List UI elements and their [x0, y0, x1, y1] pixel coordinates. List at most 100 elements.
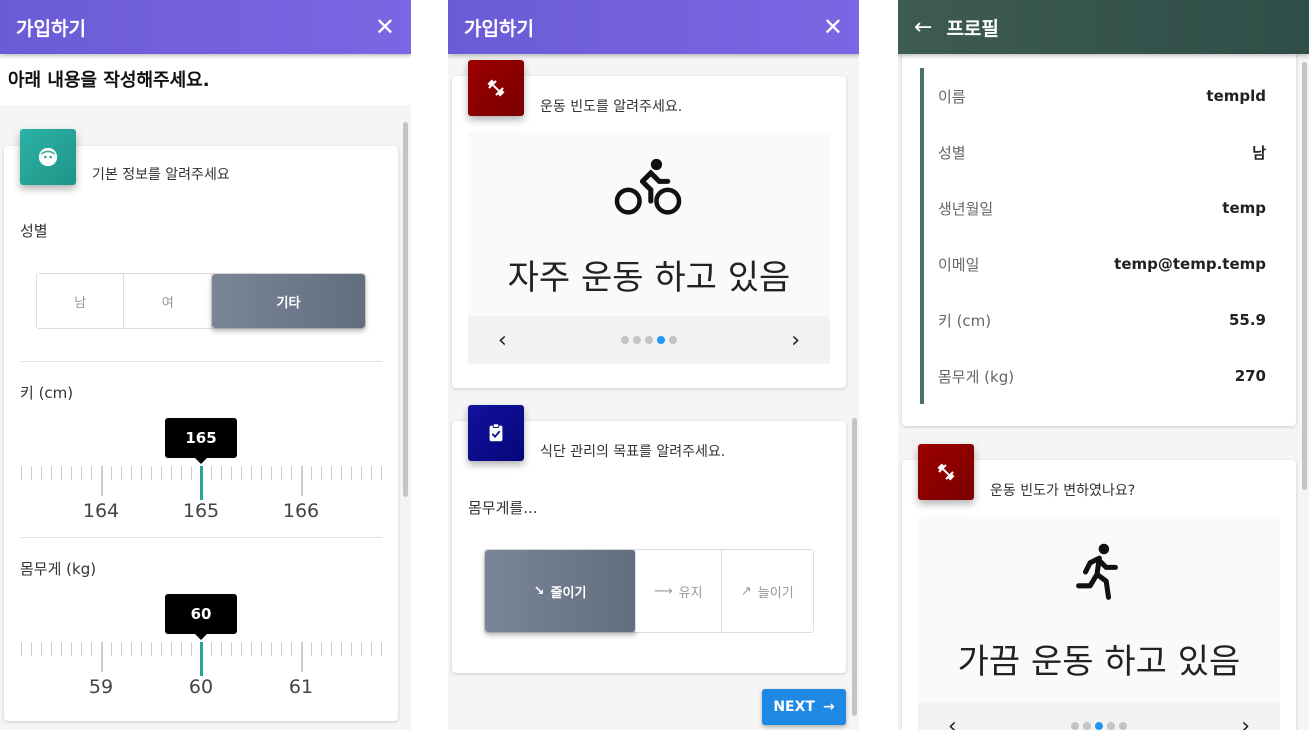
gender-option-male[interactable]: 남 [37, 274, 125, 328]
ruler-tick [71, 466, 72, 480]
ruler-tick [211, 642, 212, 656]
scrollbar[interactable] [403, 122, 408, 497]
ruler-tick [101, 642, 103, 672]
ruler-tick [111, 466, 112, 480]
ruler-tick [361, 642, 362, 656]
ruler-tick [41, 642, 42, 656]
carousel-dot[interactable] [633, 336, 641, 344]
info-key: 이메일 [938, 255, 980, 274]
ruler-tick [241, 642, 242, 656]
profile-info-row: 생년월일 temp [924, 180, 1276, 236]
chevron-left-icon[interactable]: ‹ [948, 714, 957, 730]
profile-info-row: 이름 templd [924, 68, 1276, 124]
scrollbar[interactable] [1302, 62, 1307, 490]
ruler-tick [301, 642, 303, 672]
info-value: 270 [1234, 367, 1266, 385]
header-title: 프로필 [946, 17, 999, 40]
info-key: 몸무게 (kg) [938, 367, 1015, 386]
info-key: 이름 [938, 87, 966, 106]
ruler-tick [81, 466, 82, 480]
info-key: 성별 [938, 143, 966, 162]
ruler-tick [231, 466, 232, 480]
profile-info-row: 성별 남 [924, 124, 1276, 180]
carousel-dot[interactable] [657, 336, 665, 344]
ruler-tick-label: 164 [82, 500, 120, 522]
diet-option-decrease[interactable]: ↘ 줄이기 [485, 550, 637, 632]
ruler-tick [261, 642, 262, 656]
ruler-tick [71, 642, 72, 656]
ruler-tick [261, 466, 262, 480]
ruler-tick [331, 642, 332, 656]
chevron-right-icon[interactable]: › [1241, 714, 1250, 730]
scrollbar[interactable] [852, 418, 857, 716]
carousel-dot[interactable] [1107, 722, 1115, 730]
dumbbell-icon [468, 60, 524, 116]
next-label: NEXT [773, 699, 815, 715]
next-button[interactable]: NEXT → [762, 689, 846, 725]
ruler-tick [200, 466, 203, 500]
ruler-tick [91, 466, 92, 480]
ruler-tick [141, 466, 142, 480]
carousel-dot[interactable] [1119, 722, 1127, 730]
divider [20, 537, 382, 538]
chevron-left-icon[interactable]: ‹ [498, 328, 507, 353]
ruler-tick [381, 466, 382, 480]
exercise-text: 가끔 운동 하고 있음 [957, 642, 1241, 682]
signup-panel-goals: 가입하기 ✕ 운동 빈도를 알려주세요. 자주 운동 하고 있음 ‹ › 식단 … [448, 0, 859, 730]
ruler-tick [21, 466, 22, 480]
dumbbell-icon [918, 444, 974, 500]
arrow-left-icon[interactable]: ← [914, 15, 932, 40]
diet-option-label: 유지 [678, 585, 703, 601]
ruler-tick [371, 642, 372, 656]
bike-icon [613, 156, 683, 222]
arrow-right-icon: ⟶ [654, 583, 673, 599]
carousel-nav: ‹ › [468, 316, 830, 364]
diet-prompt: 몸무게를... [468, 499, 538, 517]
carousel-dot[interactable] [1071, 722, 1079, 730]
close-icon[interactable]: ✕ [375, 15, 395, 39]
carousel-dot[interactable] [1083, 722, 1091, 730]
carousel-dot[interactable] [645, 336, 653, 344]
ruler-tick [31, 642, 32, 656]
carousel-dot[interactable] [669, 336, 677, 344]
exercise-text: 자주 운동 하고 있음 [507, 258, 791, 298]
trending-up-icon: ↗ [740, 583, 752, 599]
close-icon[interactable]: ✕ [823, 15, 843, 39]
ruler-tick-label: 59 [88, 676, 114, 698]
ruler-tick [361, 466, 362, 480]
ruler-ticks [20, 466, 382, 500]
gender-option-female[interactable]: 여 [124, 274, 212, 328]
info-key: 키 (cm) [938, 311, 992, 330]
carousel-dot[interactable] [621, 336, 629, 344]
profile-info-card: 이름 templd 성별 남 생년월일 temp 이메일 temp@temp.temp 키 (… [902, 40, 1296, 426]
chevron-right-icon[interactable]: › [791, 328, 800, 353]
ruler-tick [221, 466, 222, 480]
ruler-tick [341, 642, 342, 656]
ruler-tick [161, 642, 162, 656]
carousel-nav: ‹ › [918, 702, 1280, 730]
ruler-tick [381, 642, 382, 656]
info-value: 남 [1252, 143, 1266, 162]
ruler-tick [61, 466, 62, 480]
ruler-tick [351, 642, 352, 656]
ruler-tick [211, 466, 212, 480]
ruler-tick [151, 466, 152, 480]
ruler-tick [351, 466, 352, 480]
carousel-dots [1071, 722, 1127, 730]
ruler-tick [291, 466, 292, 480]
ruler-tick [311, 466, 312, 480]
ruler-tick [321, 642, 322, 656]
exercise-frequency-card: 운동 빈도를 알려주세요. 자주 운동 하고 있음 ‹ › [452, 60, 846, 388]
weight-ruler[interactable]: 60 59 60 61 [20, 594, 382, 698]
ruler-tick [151, 642, 152, 656]
height-ruler[interactable]: 165 164 165 166 [20, 418, 382, 522]
carousel-dot[interactable] [1095, 722, 1103, 730]
app-header: 가입하기 ✕ [0, 0, 411, 54]
ruler-ticks [20, 642, 382, 676]
diet-option-maintain[interactable]: ⟶ 유지 [636, 550, 722, 632]
gender-selector: 남 여 기타 [36, 273, 366, 329]
gender-option-other[interactable]: 기타 [211, 274, 365, 328]
ruler-tick [131, 466, 132, 480]
card-title: 기본 정보를 알려주세요 [92, 167, 230, 183]
diet-option-increase[interactable]: ↗ 늘이기 [721, 550, 813, 632]
